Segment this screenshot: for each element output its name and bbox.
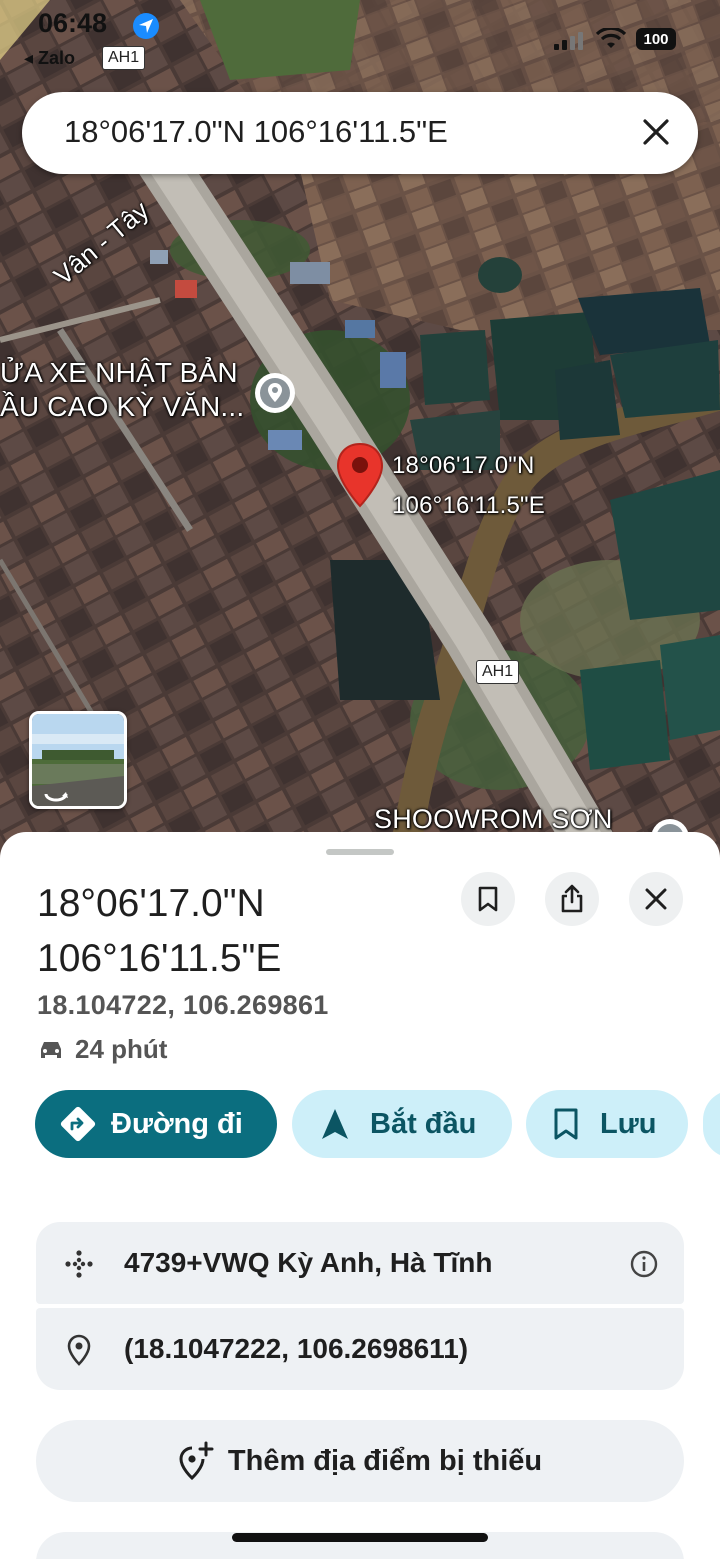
close-sheet-button[interactable]	[629, 872, 683, 926]
save-label: Lưu	[600, 1107, 657, 1140]
plus-code-row[interactable]: 4739+VWQ Kỳ Anh, Hà Tĩnh	[36, 1222, 684, 1304]
search-bar[interactable]: 18°06'17.0"N 106°16'11.5"E	[22, 92, 698, 174]
clear-search-icon[interactable]	[640, 116, 672, 153]
battery-indicator: 100	[636, 28, 676, 50]
directions-label: Đường đi	[111, 1107, 243, 1140]
status-bar: 06:48 ◂ Zalo 100	[0, 0, 720, 80]
share-button[interactable]	[545, 872, 599, 926]
eta-text: 24 phút	[75, 1034, 168, 1064]
coordinates-row[interactable]: (18.1047222, 106.2698611)	[36, 1308, 684, 1390]
start-navigation-button[interactable]: Bắt đầu	[292, 1090, 512, 1158]
info-icon[interactable]	[630, 1250, 658, 1278]
search-query[interactable]: 18°06'17.0"N 106°16'11.5"E	[64, 114, 448, 150]
more-actions-chip[interactable]	[703, 1090, 720, 1158]
home-indicator[interactable]	[232, 1533, 488, 1542]
clock: 06:48	[38, 8, 108, 38]
cellular-signal-icon	[554, 32, 584, 55]
pin-coords-label: 18°06'17.0"N 106°16'11.5"E	[392, 446, 545, 526]
location-pin-icon	[67, 1334, 91, 1366]
add-location-icon	[179, 1441, 214, 1481]
place-title: 18°06'17.0"N 106°16'11.5"E	[37, 876, 437, 986]
drag-handle[interactable]	[326, 849, 394, 855]
car-icon	[41, 1041, 61, 1058]
pin-lng: 106°16'11.5"E	[392, 492, 545, 519]
street-view-image	[32, 714, 124, 806]
directions-button[interactable]: Đường đi	[35, 1090, 277, 1158]
poi-label[interactable]: ỬA XE NHẬT BẢN ẦU CAO KỲ VĂN...	[0, 356, 244, 424]
title-latitude: 18°06'17.0"N	[37, 882, 265, 925]
road-shield-ah1: AH1	[476, 660, 520, 684]
wifi-icon	[595, 26, 627, 55]
add-missing-place-label: Thêm địa điểm bị thiếu	[227, 1444, 543, 1477]
coordinates-text: (18.1047222, 106.2698611)	[124, 1333, 469, 1364]
add-missing-place-button[interactable]: Thêm địa điểm bị thiếu	[36, 1420, 684, 1502]
title-longitude: 106°16'11.5"E	[37, 937, 282, 980]
street-view-thumbnail[interactable]	[29, 711, 127, 809]
pin-lat: 18°06'17.0"N	[392, 452, 535, 479]
save-bookmark-button[interactable]	[461, 872, 515, 926]
directions-icon	[60, 1106, 96, 1142]
navigation-arrow-icon	[322, 1109, 348, 1139]
showroom-label[interactable]: SHOOWROM SƠN	[374, 804, 613, 835]
save-place-button[interactable]: Lưu	[526, 1090, 688, 1158]
place-bottom-sheet[interactable]: 18°06'17.0"N 106°16'11.5"E 18.104722, 10…	[0, 832, 720, 1559]
drive-eta: 24 phút	[37, 1034, 167, 1065]
poi-marker-icon[interactable]	[254, 372, 296, 419]
share-icon	[561, 884, 583, 913]
bookmark-icon	[478, 886, 498, 912]
location-services-icon	[133, 13, 159, 39]
plus-code-text: 4739+VWQ Kỳ Anh, Hà Tĩnh	[124, 1247, 493, 1278]
poi-label-line2: ẦU CAO KỲ VĂN...	[0, 391, 245, 422]
poi-label-line1: ỬA XE NHẬT BẢN	[0, 357, 238, 388]
decimal-coordinates: 18.104722, 106.269861	[37, 990, 329, 1020]
back-to-app-link[interactable]: ◂ Zalo	[24, 48, 75, 69]
plus-code-icon	[65, 1250, 93, 1278]
dropped-pin-icon[interactable]	[336, 442, 384, 515]
start-label: Bắt đầu	[370, 1107, 477, 1140]
close-icon	[645, 888, 667, 910]
bookmark-icon	[554, 1108, 578, 1140]
